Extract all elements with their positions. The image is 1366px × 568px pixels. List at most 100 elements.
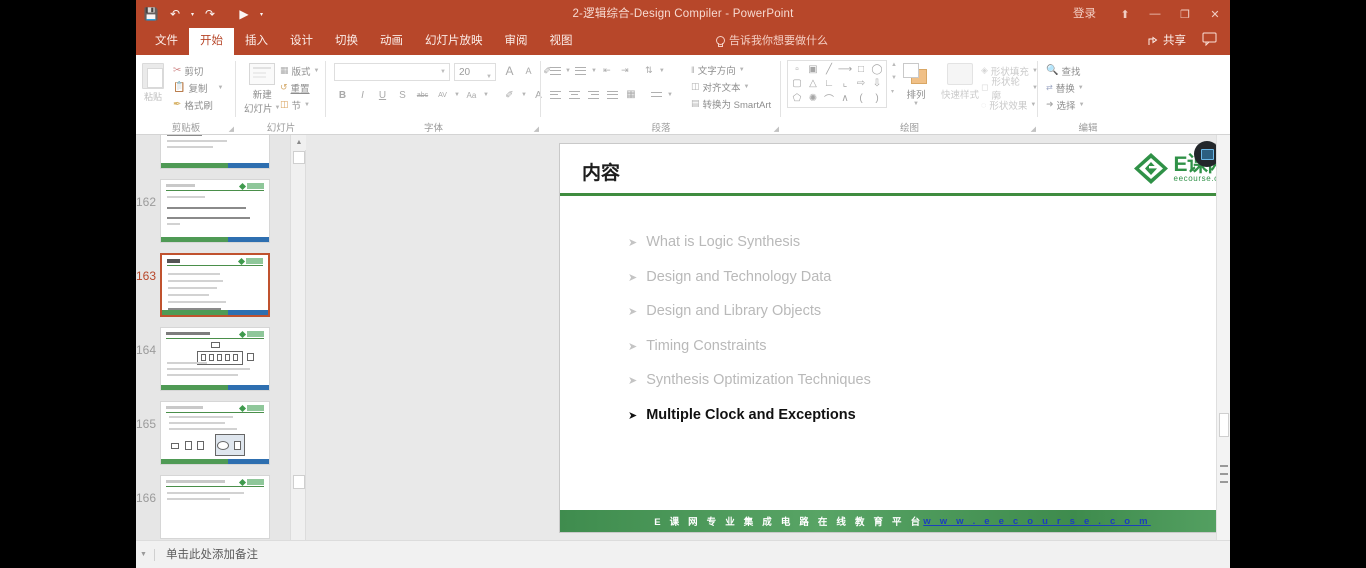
paragraph-dialog-launcher[interactable]: ◢ [774,125,779,133]
shape-pentagon-icon[interactable]: ⬠ [789,91,805,106]
slide-thumbnail[interactable] [160,327,270,391]
ribbon-display-options-icon[interactable]: ⬆ [1110,0,1140,28]
clipboard-dialog-launcher[interactable]: ◢ [229,125,234,133]
comments-button[interactable] [1202,32,1220,50]
close-button[interactable]: ✕ [1200,0,1230,28]
replace-dropdown-icon[interactable]: ▼ [1078,85,1084,91]
shapes-scroll-down-icon[interactable]: ▼ [891,75,897,81]
find-button[interactable]: 🔍 查找 [1046,62,1085,79]
shape-right-arrow-icon[interactable]: ⇨ [853,77,869,92]
tab-slideshow[interactable]: 幻灯片放映 [414,28,494,55]
numbering-button[interactable] [573,63,589,78]
shape-round-rect-icon[interactable]: ▢ [789,77,805,92]
slide-thumbnail-selected[interactable] [160,253,270,317]
shape-textbox-icon[interactable]: ▫ [789,62,805,77]
shape-freeform-icon[interactable]: ✺ [805,91,821,106]
list-item[interactable]: 162 [136,179,290,253]
scrollbar-thumb[interactable] [293,151,305,164]
shapes-gallery[interactable]: ▫ ▣ ╱ ⟶ □ ◯ ▢ △ ∟ ⌞ ⇨ ⇩ ⬠ ✺ ⌒ ∧ () [787,60,887,108]
slide-title[interactable]: 内容 [582,158,620,185]
bullet-item[interactable]: ➤ What is Logic Synthesis [628,234,1205,269]
tab-review[interactable]: 审阅 [494,28,539,55]
thumbnail-scrollbar[interactable]: ▲ ▼ [290,135,306,568]
justify-button[interactable] [604,87,620,102]
text-direction-small-button[interactable] [648,87,664,102]
list-item[interactable]: 161 [136,135,290,179]
character-spacing-button[interactable]: AV [434,87,451,103]
layout-button[interactable]: ▦ 版式 ▼ [280,62,319,79]
columns-button[interactable]: ▦ [623,87,639,102]
list-item[interactable]: 163 [136,253,290,327]
slide-thumbnail-pane[interactable]: 160 161 [136,135,290,568]
align-center-button[interactable] [566,87,582,102]
notes-pane[interactable]: ▼ 单击此处添加备注 [136,540,1230,568]
shapes-more-icon[interactable]: ▾ [891,88,897,95]
align-text-dropdown-icon[interactable]: ▼ [744,84,750,90]
font-name-dropdown-icon[interactable]: ▼ [440,69,446,75]
scrollbar-thumb[interactable] [1219,413,1229,437]
shape-line-icon[interactable]: ╱ [821,62,837,77]
convert-smartart-button[interactable]: ▤ 转换为 SmartArt [691,95,771,112]
font-size-input[interactable]: 20 ▼ [454,63,496,81]
decrease-font-size-button[interactable]: A [520,63,537,79]
strikethrough-button[interactable]: abc [414,87,431,103]
shape-effects-button[interactable]: ◌ 形状效果 ▼ [981,96,1038,113]
shape-oval-icon[interactable]: ◯ [869,62,885,77]
slide-thumbnail[interactable] [160,401,270,465]
tab-file[interactable]: 文件 [144,28,189,55]
sign-in-button[interactable]: 登录 [1073,0,1096,28]
tab-insert[interactable]: 插入 [234,28,279,55]
select-dropdown-icon[interactable]: ▼ [1079,102,1085,108]
quick-styles-button[interactable]: 快速样式 [941,63,979,101]
shape-elbow-icon[interactable]: ∟ [821,77,837,92]
shape-down-arrow-icon[interactable]: ⇩ [869,77,885,92]
increase-indent-button[interactable]: ⇥ [617,63,633,78]
arrange-button[interactable]: 排列 ▼ [903,63,929,107]
footer-url[interactable]: w w w . e e c o u r s e . c o m [923,516,1151,527]
decrease-indent-button[interactable]: ⇤ [599,63,615,78]
direction-dropdown-icon[interactable]: ▼ [667,92,673,98]
line-spacing-dropdown-icon[interactable]: ▼ [659,68,665,74]
list-item[interactable]: 165 [136,401,290,475]
list-item[interactable]: 166 [136,475,290,549]
tab-animations[interactable]: 动画 [369,28,414,55]
new-slide-button[interactable]: 新建 幻灯片 ▼ [244,63,280,115]
minimize-button[interactable]: — [1140,0,1170,28]
text-direction-button[interactable]: ‖ 文字方向 ▼ [691,61,771,78]
layout-dropdown-icon[interactable]: ▼ [314,68,320,74]
shape-connector-icon[interactable]: ⌞ [837,77,853,92]
bullets-button[interactable] [547,63,563,78]
notes-placeholder[interactable]: 单击此处添加备注 [166,541,258,568]
shape-arrow-icon[interactable]: ⟶ [837,62,853,77]
shape-rect-icon[interactable]: □ [853,62,869,77]
bullet-item[interactable]: ➤ Design and Technology Data [628,269,1205,304]
align-left-button[interactable] [547,87,563,102]
bullet-item[interactable]: ➤ Timing Constraints [628,338,1205,373]
bullet-item-active[interactable]: ➤ Multiple Clock and Exceptions [628,407,1205,442]
scrollbar-thumb-lower[interactable] [293,475,305,489]
tab-design[interactable]: 设计 [279,28,324,55]
bullet-item[interactable]: ➤ Design and Library Objects [628,303,1205,338]
bullets-dropdown-icon[interactable]: ▼ [565,68,571,74]
font-size-dropdown-icon[interactable]: ▼ [486,69,492,86]
text-highlight-color-button[interactable]: ✐ [501,87,518,103]
line-spacing-button[interactable]: ⇅ [641,63,657,78]
shape-arc-icon[interactable]: ∧ [837,91,853,106]
tab-home[interactable]: 开始 [189,28,234,55]
align-right-button[interactable] [585,87,601,102]
section-button[interactable]: ◫ 节 ▼ [280,96,319,113]
underline-button[interactable]: U [374,87,391,103]
shape-outline-button[interactable]: ◻ 形状轮廓 ▼ [981,77,1038,102]
select-button[interactable]: ➜ 选择 ▼ [1046,96,1085,113]
numbering-dropdown-icon[interactable]: ▼ [591,68,597,74]
bold-button[interactable]: B [334,87,351,103]
tab-transitions[interactable]: 切换 [324,28,369,55]
character-spacing-dropdown-icon[interactable]: ▼ [454,92,460,98]
copy-dropdown-icon[interactable]: ▼ [217,85,223,91]
current-slide[interactable]: 内容 E课网 eecourse.com [560,144,1230,532]
align-text-button[interactable]: ◫ 对齐文本 ▼ [691,78,771,95]
list-item[interactable]: 164 [136,327,290,401]
bullet-item[interactable]: ➤ Synthesis Optimization Techniques [628,372,1205,407]
notes-scroll-icon[interactable] [1214,547,1226,563]
format-painter-button[interactable]: ✒ 格式刷 [173,96,223,113]
